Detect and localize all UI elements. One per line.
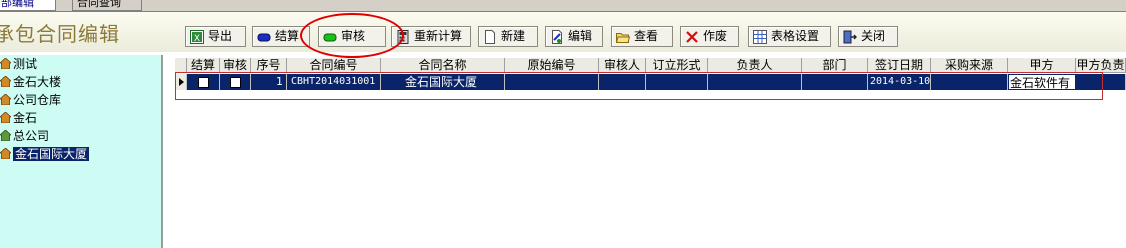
tree-item-label: 金石国际大厦 [13,147,90,161]
tree-item[interactable]: 测试 [0,56,37,73]
audit-button[interactable]: 审核 [318,26,386,47]
audit-checkbox[interactable] [229,77,241,88]
new-label: 新建 [501,29,526,43]
row-indicator-header [175,58,187,73]
settle-label: 结算 [275,29,300,43]
audit-checkbox-cell[interactable] [220,74,251,90]
department-cell[interactable] [802,74,868,90]
export-label: 导出 [208,29,233,43]
view-label: 查看 [634,29,659,43]
view-button[interactable]: 查看 [611,26,673,47]
owner-cell[interactable] [708,74,802,90]
house-icon [0,130,11,141]
close-label: 关闭 [861,29,886,43]
house-icon [0,58,11,69]
void-button[interactable]: 作废 [680,26,739,47]
settle-button[interactable]: 结算 [252,26,310,47]
tree-item-label: 公司仓库 [13,93,62,107]
seq-cell[interactable]: 1 [251,74,287,90]
tab-contract-query[interactable]: 合同查询 [72,0,142,11]
tree-item[interactable]: 总公司 [0,128,49,145]
contract-name-cell[interactable]: 金石国际大厦 [381,74,505,90]
column-header[interactable]: 序号 [251,58,287,73]
audit-label: 审核 [341,29,366,43]
house-icon [0,94,11,105]
sign-date-cell[interactable]: 2014-03-10 [868,74,931,90]
new-button[interactable]: 新建 [478,26,538,47]
party-a-cell[interactable]: 金石软件有 [1008,74,1076,90]
tab-edit[interactable]: 部编辑 [0,0,56,11]
original-no-cell[interactable] [505,74,599,90]
row-pointer-icon [175,74,187,90]
column-header[interactable]: 审核人 [599,58,646,73]
blue-pill-icon [257,30,271,44]
contract-no-cell[interactable]: CBHT2014031001 [287,74,381,90]
excel-icon: X [190,29,204,44]
column-header[interactable]: 甲方 [1008,58,1076,73]
tree-item-label: 金石 [13,111,38,125]
svg-text:X: X [194,34,200,44]
tree-item[interactable]: 公司仓库 [0,92,61,109]
column-header[interactable]: 部门 [802,58,868,73]
column-header[interactable]: 审核 [220,58,251,73]
project-tree: 测试 金石大楼 公司仓库 金石 总公司 金石国际大厦 [0,55,163,248]
table-settings-label: 表格设置 [771,29,820,43]
column-header[interactable]: 采购来源 [931,58,1008,73]
edit-button[interactable]: 编辑 [545,26,603,47]
form-cell[interactable] [646,74,708,90]
red-x-icon [685,30,699,44]
tree-item-label: 测试 [13,57,38,71]
purchase-source-cell[interactable] [931,74,1008,90]
column-header[interactable]: 原始编号 [505,58,599,73]
party-a-owner-cell[interactable] [1076,74,1126,90]
page-title: 承包合同编辑 [0,22,120,46]
table-icon [753,29,767,44]
column-header[interactable]: 合同编号 [287,58,381,73]
tree-item[interactable]: 金石大楼 [0,74,61,91]
recalculate-label: 重新计算 [414,29,463,43]
edit-label: 编辑 [568,29,593,43]
column-header[interactable]: 甲方负责 [1076,58,1126,73]
house-icon [0,112,11,123]
void-label: 作废 [703,29,728,43]
column-header[interactable]: 结算 [187,58,220,73]
calculator-icon [396,29,410,44]
edit-document-icon [550,29,564,44]
tab-strip: 部编辑 合同查询 [0,0,1126,12]
folder-open-icon [615,30,631,44]
house-icon [0,76,11,87]
settle-checkbox-cell[interactable] [187,74,220,90]
tree-item-selected[interactable]: 金石国际大厦 [0,146,90,163]
tree-item[interactable]: 金石 [0,110,37,127]
close-button[interactable]: 关闭 [838,26,898,47]
house-icon [0,148,11,159]
exit-door-icon [843,30,857,44]
settle-checkbox[interactable] [197,77,209,88]
tree-item-label: 总公司 [13,129,50,143]
table-row[interactable]: 1 CBHT2014031001 金石国际大厦 2014-03-10 金石软件有 [175,74,1126,90]
contract-grid: 结算 审核 序号 合同编号 合同名称 原始编号 审核人 订立形式 负责人 部门 … [175,58,1126,248]
recalculate-button[interactable]: 重新计算 [391,26,471,47]
green-pill-icon [323,30,337,44]
column-header[interactable]: 订立形式 [646,58,708,73]
column-header[interactable]: 合同名称 [381,58,505,73]
column-header[interactable]: 负责人 [708,58,802,73]
tree-item-label: 金石大楼 [13,75,62,89]
export-button[interactable]: X 导出 [185,26,246,47]
table-settings-button[interactable]: 表格设置 [748,26,831,47]
column-header[interactable]: 签订日期 [868,58,931,73]
new-document-icon [483,29,497,44]
auditor-cell[interactable] [599,74,646,90]
